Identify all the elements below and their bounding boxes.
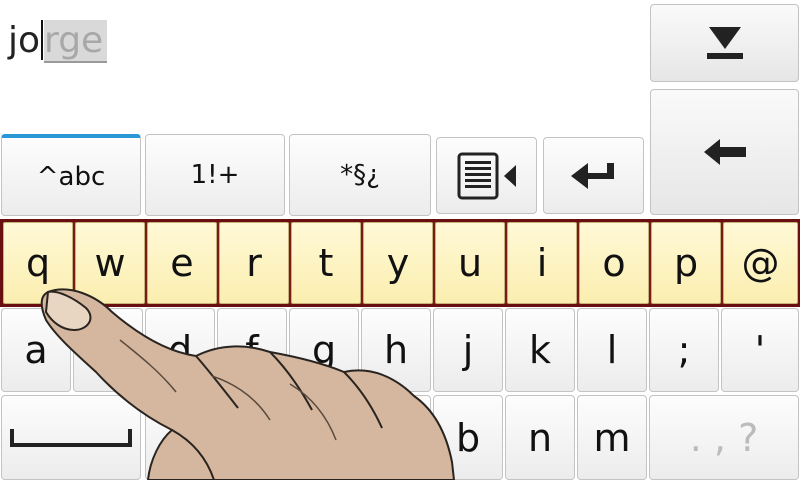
- tab-abc-label: ^abc: [36, 161, 106, 192]
- key-f[interactable]: f: [217, 308, 287, 392]
- typed-text: jo rge: [8, 18, 108, 64]
- key-d[interactable]: d: [145, 308, 215, 392]
- key-m-label: m: [593, 415, 631, 460]
- key-label: e: [170, 241, 194, 285]
- enter-button[interactable]: [543, 137, 644, 214]
- key-k[interactable]: k: [505, 308, 575, 392]
- key-c-label: c: [313, 415, 335, 460]
- key-apostrophe[interactable]: ': [721, 308, 799, 392]
- key-label: d: [167, 328, 193, 372]
- key-h[interactable]: h: [361, 308, 431, 392]
- key-label: l: [606, 328, 618, 372]
- backspace-icon: [703, 139, 746, 165]
- hide-keyboard-button[interactable]: [650, 4, 799, 82]
- key-l[interactable]: l: [577, 308, 647, 392]
- key-j[interactable]: j: [433, 308, 503, 392]
- word-prediction[interactable]: rge: [44, 20, 108, 63]
- key-label: r: [246, 241, 262, 285]
- key-x[interactable]: x: [217, 395, 287, 480]
- key-label: w: [94, 241, 126, 285]
- key-v[interactable]: v: [361, 395, 431, 480]
- key-label: h: [383, 328, 409, 372]
- enter-icon: [570, 162, 614, 189]
- key-p[interactable]: p: [651, 222, 721, 304]
- space-key[interactable]: [1, 395, 141, 480]
- key-w[interactable]: w: [75, 222, 145, 304]
- key-label: u: [457, 241, 483, 285]
- key-label: a: [24, 328, 48, 372]
- tab-abc[interactable]: ^abc: [1, 134, 141, 216]
- key-semicolon[interactable]: ;: [649, 308, 719, 392]
- key-o[interactable]: o: [579, 222, 649, 304]
- key-label: o: [602, 241, 626, 285]
- menu-icon: [457, 152, 516, 199]
- key-b-label: b: [455, 415, 481, 460]
- key-label: ;: [677, 328, 691, 372]
- tab-numbers-label: 1!+: [190, 160, 240, 190]
- key-e[interactable]: e: [147, 222, 217, 304]
- tab-symbols[interactable]: *§¿: [289, 134, 431, 216]
- key-label: ': [754, 328, 766, 372]
- menu-button[interactable]: [436, 137, 537, 214]
- key-z[interactable]: z: [145, 395, 215, 480]
- key-n-label: n: [527, 415, 553, 460]
- key-a[interactable]: a: [1, 308, 71, 392]
- hide-keyboard-icon: [706, 27, 743, 59]
- text-input-area[interactable]: jo rge: [0, 0, 648, 130]
- tab-numbers[interactable]: 1!+: [145, 134, 285, 216]
- key-m[interactable]: m: [577, 395, 647, 480]
- key-c[interactable]: c: [289, 395, 359, 480]
- key-v-label: v: [384, 415, 408, 460]
- key-label: t: [318, 241, 334, 285]
- key-s[interactable]: s: [73, 308, 143, 392]
- key-label: p: [673, 241, 699, 285]
- key-t[interactable]: t: [291, 222, 361, 304]
- key-label: y: [386, 241, 410, 285]
- key-label: @: [741, 241, 780, 285]
- key-q[interactable]: q: [3, 222, 73, 304]
- key-n[interactable]: n: [505, 395, 575, 480]
- key-b[interactable]: b: [433, 395, 503, 480]
- tab-symbols-label: *§¿: [340, 160, 380, 190]
- space-icon: [10, 428, 132, 447]
- backspace-button[interactable]: [650, 89, 799, 215]
- text-caret: [41, 20, 44, 60]
- key-g[interactable]: g: [289, 308, 359, 392]
- key-r[interactable]: r: [219, 222, 289, 304]
- key-label: i: [536, 241, 548, 285]
- key-label: f: [245, 328, 259, 372]
- key-x-label: x: [240, 415, 264, 460]
- key-at[interactable]: @: [723, 222, 798, 304]
- key-i[interactable]: i: [507, 222, 577, 304]
- key-z-label: z: [170, 415, 190, 460]
- key-y[interactable]: y: [363, 222, 433, 304]
- punctuation-key-label: . , ?: [689, 415, 759, 460]
- key-label: g: [311, 328, 337, 372]
- key-label: k: [528, 328, 551, 372]
- key-label: s: [98, 328, 118, 372]
- key-label: q: [25, 241, 51, 285]
- punctuation-key[interactable]: . , ?: [649, 395, 799, 480]
- key-u[interactable]: u: [435, 222, 505, 304]
- typed-text-value: jo: [8, 20, 41, 61]
- key-label: j: [462, 328, 474, 372]
